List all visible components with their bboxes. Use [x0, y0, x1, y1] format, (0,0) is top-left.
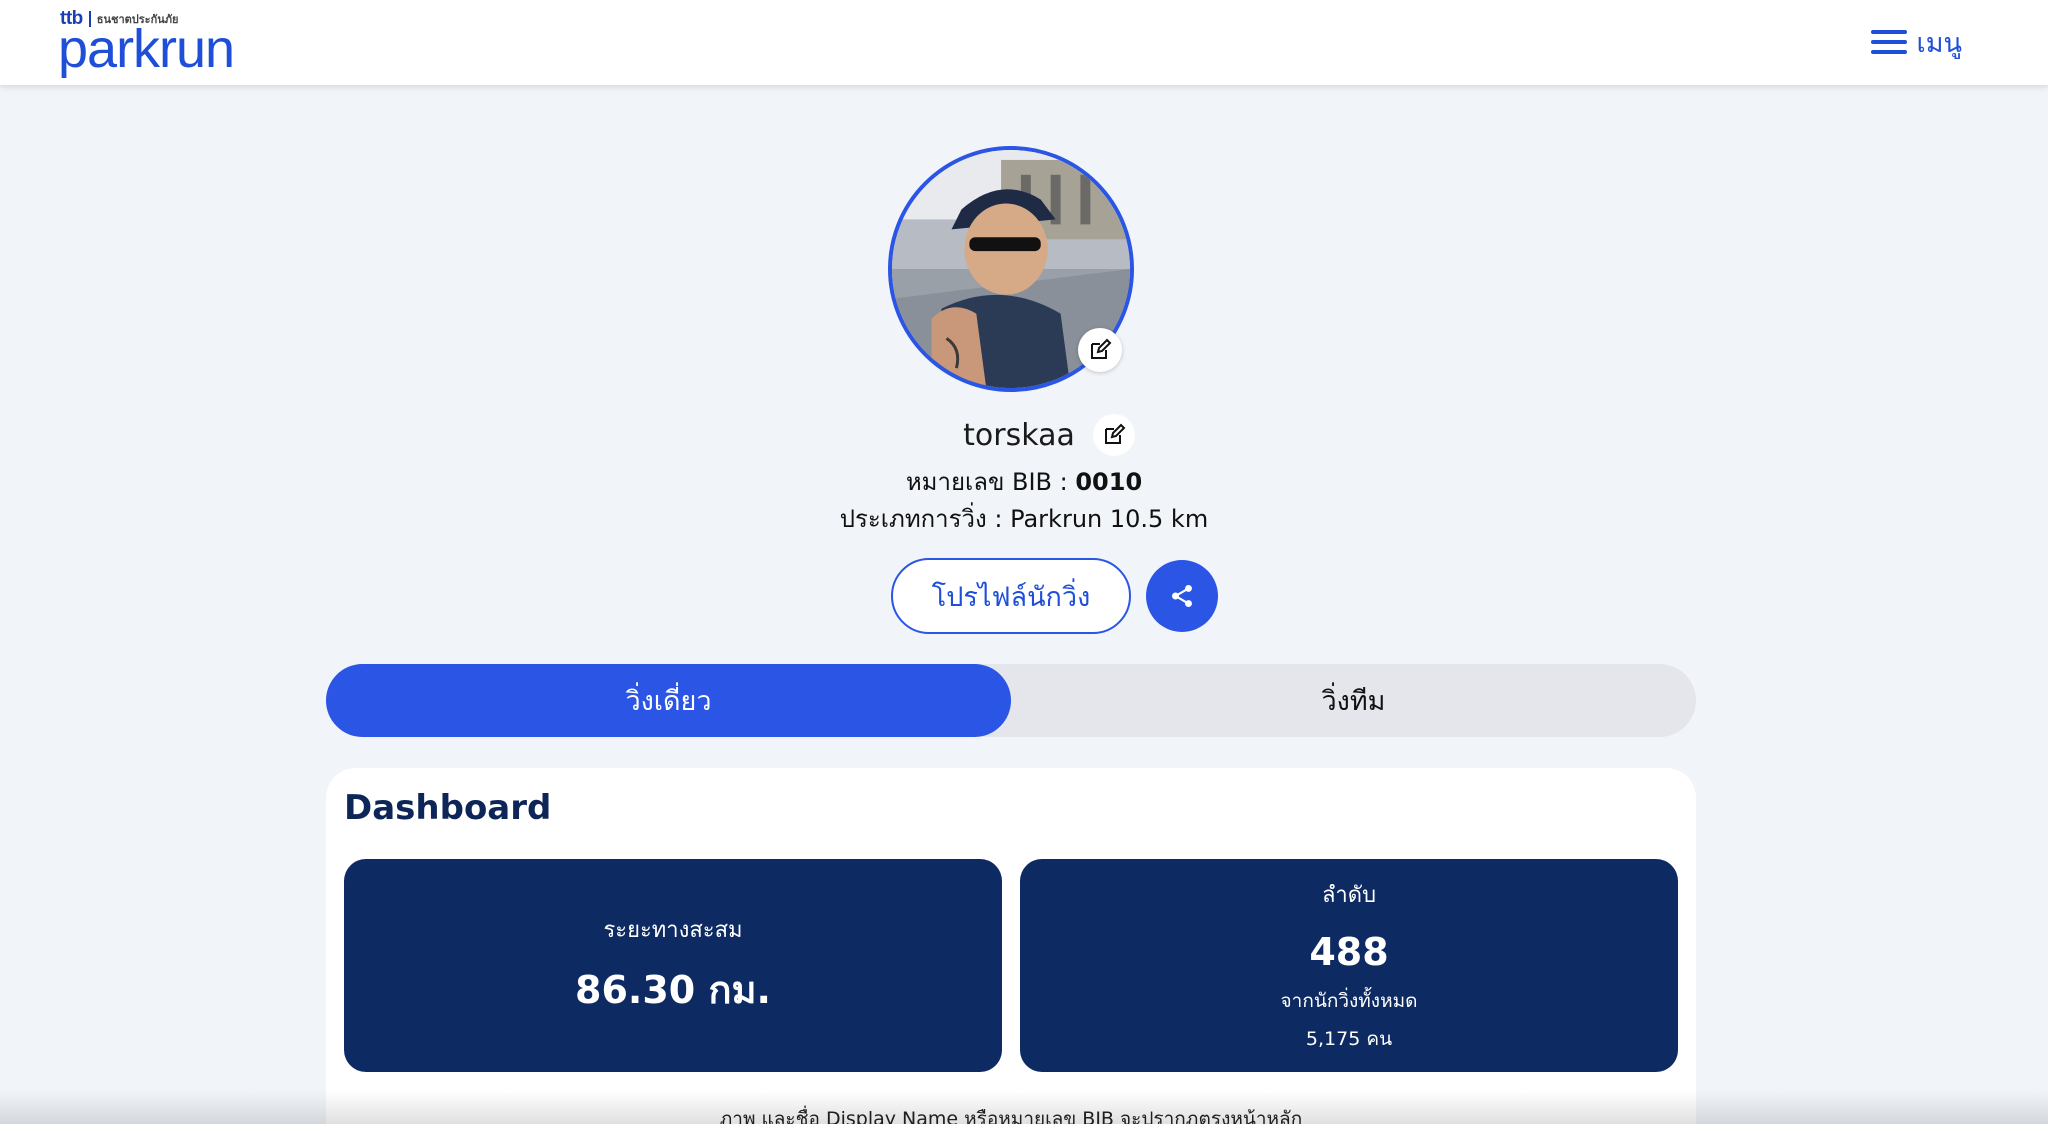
menu-button[interactable]: เมนู [1870, 24, 1962, 60]
share-icon [1172, 584, 1192, 608]
edit-name-button[interactable] [1092, 414, 1135, 456]
runner-profile-button[interactable]: โปรไฟล์นักวิ่ง [891, 558, 1131, 634]
edit-icon [1091, 338, 1112, 359]
edit-icon [1104, 423, 1126, 444]
dashboard-title: Dashboard [344, 788, 552, 828]
parkrun-logo[interactable]: ttb ธนชาตประกันภัย parkrun [58, 8, 268, 76]
avatar-container [888, 146, 1134, 392]
bib-label: หมายเลข BIB : [905, 468, 1076, 496]
rank-label: ลำดับ [1321, 883, 1377, 908]
display-name: torskaa [963, 417, 1075, 453]
run-mode-tabs: วิ่งเดี่ยว วิ่งทีม [326, 664, 1696, 737]
rank-value: 488 [1309, 930, 1389, 974]
menu-label: เมนู [1916, 27, 1962, 59]
bib-number: หมายเลข BIB : 0010 [0, 462, 2048, 501]
dashboard-footnote: ภาพ และชื่อ Display Name หรือหมายเลข BIB… [719, 1108, 1303, 1124]
rank-subtitle: จากนักวิ่งทั้งหมด [1280, 990, 1418, 1012]
run-type: ประเภทการวิ่ง : Parkrun 10.5 km [839, 505, 1209, 533]
parkrun-wordmark: parkrun [58, 19, 235, 79]
share-button[interactable] [1146, 560, 1218, 632]
edit-avatar-button[interactable] [1078, 328, 1122, 372]
distance-value: 86.30 กม. [575, 967, 771, 1012]
distance-stat-card: ระยะทางสะสม 86.30 กม. [344, 859, 1002, 1072]
bib-value: 0010 [1075, 468, 1143, 496]
rank-total: 5,175 คน [1305, 1028, 1393, 1050]
profile-name-row: torskaa [0, 414, 2048, 456]
hamburger-icon [1870, 30, 1907, 54]
tab-team-run[interactable]: วิ่งทีม [1011, 664, 1696, 737]
tab-solo-run[interactable]: วิ่งเดี่ยว [326, 664, 1011, 737]
distance-label: ระยะทางสะสม [603, 917, 743, 943]
dashboard-card: Dashboard ระยะทางสะสม 86.30 กม. ลำดับ 48… [326, 768, 1696, 1124]
top-navigation-bar: ttb ธนชาตประกันภัย parkrun เมนู [0, 0, 2048, 85]
rank-stat-card: ลำดับ 488 จากนักวิ่งทั้งหมด 5,175 คน [1020, 859, 1678, 1072]
